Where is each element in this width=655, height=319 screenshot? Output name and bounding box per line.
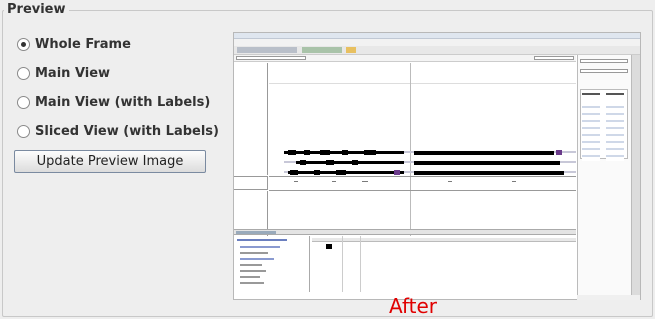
update-preview-button[interactable]: Update Preview Image [14,150,206,173]
preview-bottom-tabs [234,229,576,235]
preview-menubar [234,39,640,46]
preview-image [233,32,641,300]
preview-track-area [234,63,576,253]
preview-side-panel [577,55,631,295]
radio-sliced-view-labels[interactable] [17,124,30,138]
preview-vertical-tabs [631,55,640,295]
option-main-view[interactable]: Main View [17,64,110,82]
option-sliced-view-labels-label: Sliced View (with Labels) [35,123,219,139]
option-main-view-labels[interactable]: Main View (with Labels) [17,93,210,111]
option-whole-frame[interactable]: Whole Frame [17,35,131,53]
radio-whole-frame[interactable] [17,37,30,51]
preview-toolbar [234,46,640,55]
option-whole-frame-label: Whole Frame [35,36,131,52]
preview-caption: After [389,294,438,318]
option-main-view-labels-label: Main View (with Labels) [35,94,211,110]
preview-track-label-2 [234,176,268,190]
preview-track-label-1 [234,63,268,175]
preview-table-panel [312,236,576,292]
preview-statusbar [577,295,640,300]
option-sliced-view-labels[interactable]: Sliced View (with Labels) [17,122,219,140]
radio-main-view[interactable] [17,66,30,80]
radio-main-view-labels[interactable] [17,95,30,109]
option-main-view-label: Main View [35,65,111,81]
preview-navbar [234,55,576,62]
preview-tree-panel [234,236,310,292]
preview-group-title: Preview [4,2,69,17]
